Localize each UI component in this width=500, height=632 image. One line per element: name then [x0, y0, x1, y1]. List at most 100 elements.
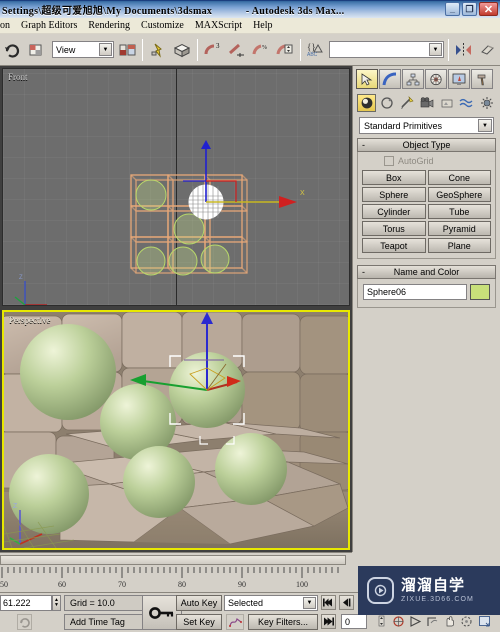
key-filters-button[interactable]: Key Filters...	[248, 614, 318, 630]
field-of-view-button[interactable]	[424, 613, 441, 630]
use-center-button[interactable]	[116, 38, 138, 62]
spinner-snap-button[interactable]	[274, 38, 296, 62]
reference-coord-combo[interactable]: View ▼	[52, 41, 114, 58]
undo-view-button[interactable]	[17, 614, 32, 630]
sphere-back-left	[20, 324, 116, 420]
track-bar[interactable]	[0, 555, 346, 565]
category-lights[interactable]	[397, 94, 416, 112]
object-button-teapot[interactable]: Teapot	[362, 238, 426, 253]
zoom-all-button[interactable]	[390, 613, 407, 630]
coordinate-field[interactable]: 61.222	[0, 595, 52, 611]
menu-item-graph-editors[interactable]: Graph Editors	[21, 20, 77, 31]
angle-snap-button[interactable]: 3	[202, 38, 224, 62]
object-button-pyramid[interactable]: Pyramid	[427, 221, 491, 236]
category-geometry[interactable]	[357, 94, 376, 112]
autogrid-label: AutoGrid	[398, 156, 434, 166]
object-button-geosphere[interactable]: GeoSphere	[427, 187, 491, 202]
chevron-down-icon-2[interactable]: ▼	[429, 43, 442, 56]
space-warp-icon	[459, 98, 472, 108]
rollout-name-and-color: - Name and Color Sphere06	[357, 265, 496, 308]
select-and-link-icon	[29, 44, 42, 55]
svg-text:Z: Z	[13, 503, 18, 510]
percent-snap-button[interactable]	[226, 38, 248, 62]
pan-button[interactable]	[441, 613, 458, 630]
curve-editor-icon	[228, 617, 242, 627]
mirror-icon	[456, 42, 471, 57]
layer-manager-button[interactable]	[477, 38, 499, 62]
time-ruler[interactable]: 50 60 70 80 90 100	[0, 567, 352, 593]
coordinate-spinner[interactable]: ▲ ▼	[52, 595, 61, 611]
rollout-collapse-icon-2[interactable]: -	[362, 267, 365, 277]
watermark-url: ZIXUE.3D66.COM	[401, 595, 474, 603]
tab-modify[interactable]	[379, 69, 401, 89]
restore-icon: ❐	[465, 3, 474, 14]
rollout-collapse-icon[interactable]: -	[362, 140, 365, 150]
category-space-warps[interactable]	[457, 94, 476, 112]
menu-item-rendering[interactable]: Rendering	[88, 20, 130, 31]
autogrid-checkbox[interactable]	[384, 156, 394, 166]
previous-frame-button[interactable]	[339, 595, 354, 610]
tab-display[interactable]	[448, 69, 470, 89]
tab-hierarchy[interactable]	[402, 69, 424, 89]
object-name-input[interactable]: Sphere06	[363, 284, 467, 300]
spinner-down-icon[interactable]: ▼	[54, 603, 59, 608]
chevron-down-icon-4[interactable]: ▼	[303, 597, 316, 609]
perspective-scene: Z	[4, 312, 348, 548]
chevron-down-icon[interactable]: ▼	[99, 43, 112, 56]
tab-motion[interactable]	[425, 69, 447, 89]
set-key-button[interactable]: Set Key	[176, 614, 222, 630]
autogrid-row[interactable]: AutoGrid	[362, 155, 491, 170]
current-frame-field[interactable]: 0	[341, 614, 367, 629]
rollout-object-type-header[interactable]: - Object Type	[357, 138, 496, 152]
category-shapes[interactable]	[377, 94, 396, 112]
go-to-start-button[interactable]	[321, 595, 336, 610]
curve-editor-button[interactable]	[226, 614, 244, 630]
zoom-button[interactable]	[373, 613, 390, 630]
sphere-front-left	[9, 454, 89, 534]
restore-button[interactable]: ❐	[462, 2, 477, 16]
menu-item-help[interactable]: Help	[253, 20, 272, 31]
object-button-plane[interactable]: Plane	[427, 238, 491, 253]
viewport-front[interactable]: Front X Z	[2, 68, 350, 306]
close-button[interactable]: ✕	[479, 2, 498, 16]
object-button-torus[interactable]: Torus	[362, 221, 426, 236]
tab-create[interactable]	[356, 69, 378, 89]
auto-key-button[interactable]: Auto Key	[176, 595, 222, 611]
minimize-icon: _	[449, 4, 455, 14]
chevron-down-icon-3[interactable]: ▼	[478, 119, 492, 132]
category-cameras[interactable]	[417, 94, 436, 112]
snaps-toggle-button[interactable]	[147, 38, 169, 62]
named-selection-sets-button[interactable]: {} ABC	[305, 38, 327, 62]
viewport-perspective[interactable]: Perspective Z	[2, 310, 350, 550]
maximize-viewport-button[interactable]	[476, 613, 493, 630]
minimize-button[interactable]: _	[445, 2, 460, 16]
object-button-cylinder[interactable]: Cylinder	[362, 204, 426, 219]
object-button-cone[interactable]: Cone	[427, 170, 491, 185]
3dsmax-window: Settings\超级可爱旭旭\My Documents\3dsmax - Au…	[0, 0, 500, 632]
object-button-sphere[interactable]: Sphere	[362, 187, 426, 202]
category-systems[interactable]	[477, 94, 496, 112]
menu-item-maxscript[interactable]: MAXScript	[195, 20, 242, 31]
undo-button[interactable]	[1, 38, 23, 62]
ruler-label-70: 70	[118, 580, 126, 589]
category-helpers[interactable]	[437, 94, 456, 112]
menu-item-on[interactable]: on	[0, 20, 10, 31]
object-color-swatch[interactable]	[470, 284, 490, 300]
object-button-box[interactable]: Box	[362, 170, 426, 185]
key-selection-combo[interactable]: Selected ▼	[224, 595, 318, 611]
zoom-extents-button[interactable]	[407, 613, 424, 630]
object-button-tube[interactable]: Tube	[427, 204, 491, 219]
rollout-name-color-header[interactable]: - Name and Color	[357, 265, 496, 279]
viewport-perspective-label: Perspective	[9, 315, 51, 325]
menu-item-customize[interactable]: Customize	[141, 20, 184, 31]
go-to-end-button[interactable]	[321, 614, 336, 629]
tab-utilities[interactable]	[471, 69, 493, 89]
render-scene-button[interactable]	[171, 38, 193, 62]
subcategory-combo[interactable]: Standard Primitives ▼	[359, 117, 494, 134]
mirror-button[interactable]	[453, 38, 475, 62]
percent-snap-2-button[interactable]: %	[250, 38, 272, 62]
arc-rotate-button[interactable]	[458, 613, 475, 630]
select-and-link-button[interactable]	[25, 38, 47, 62]
angle-snap-badge: 3	[216, 42, 220, 50]
named-selection-combo[interactable]: ▼	[329, 41, 444, 58]
